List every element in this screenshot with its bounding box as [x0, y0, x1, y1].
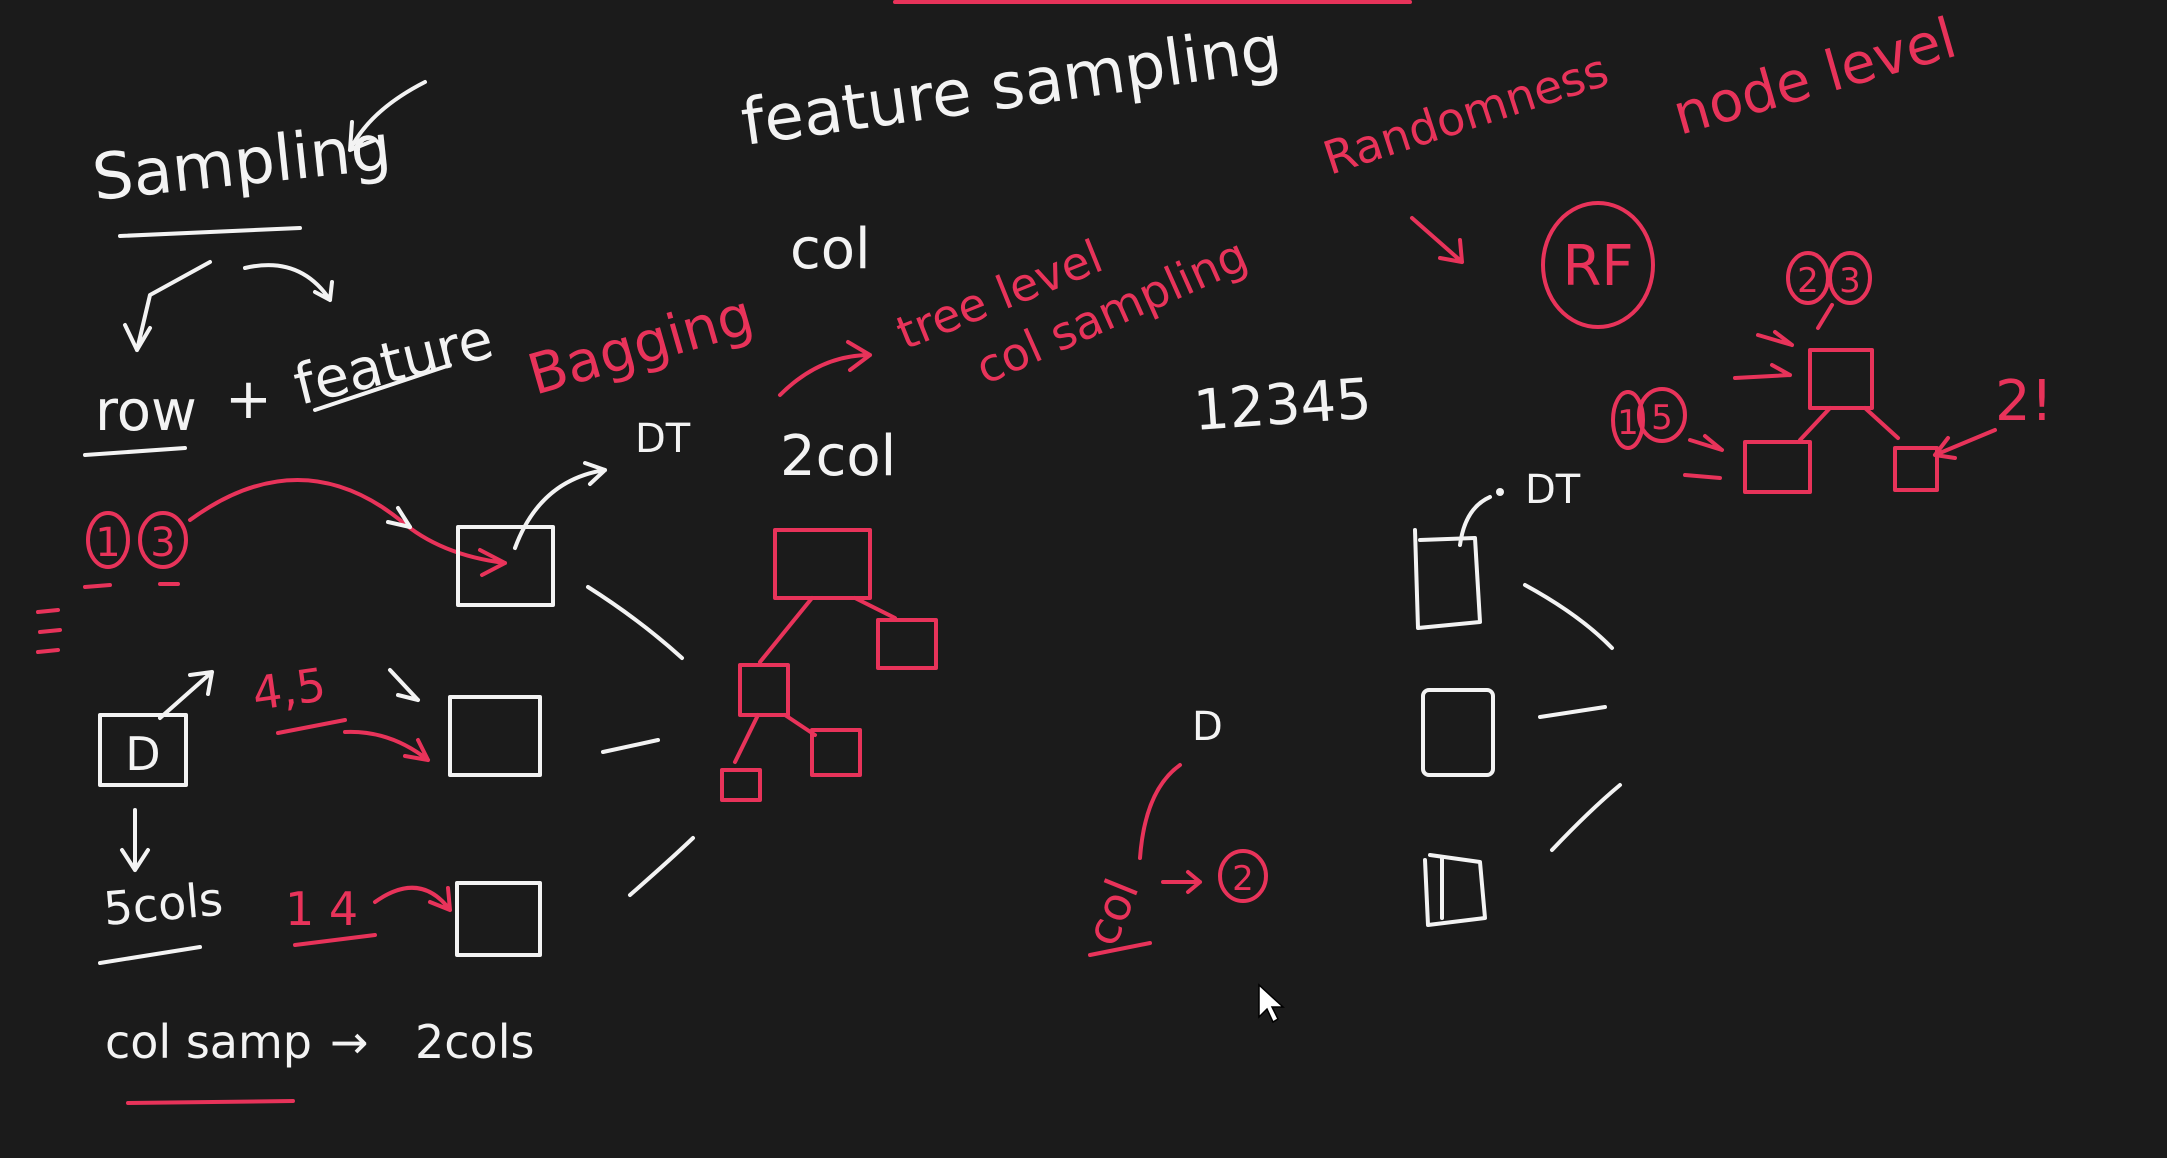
- rf-text: RF: [1562, 234, 1633, 299]
- circle-1b-text: 1: [1617, 403, 1639, 443]
- d-label-right: D: [1192, 704, 1223, 750]
- col-samp-text: col samp: [105, 1015, 312, 1069]
- circle-2b-text: 2: [1232, 859, 1254, 899]
- col-samp-underline: [126, 1099, 295, 1105]
- row-text: row: [95, 379, 197, 444]
- rows-45-text: 4,5: [249, 657, 329, 721]
- dt-label-left: DT: [635, 416, 691, 462]
- two-col-text: 2col: [780, 424, 896, 489]
- rows-14-text: 1 4: [285, 882, 358, 936]
- dt-dot-right: [1496, 488, 1504, 496]
- two-bang-text: 2!: [1995, 369, 2053, 434]
- two-cols-text: 2cols: [415, 1015, 534, 1069]
- circle-3-text: 3: [150, 520, 175, 566]
- circle-5b-text: 5: [1651, 398, 1673, 438]
- plus-text: +: [225, 367, 272, 432]
- circle-3a-text: 3: [1839, 261, 1861, 301]
- sequence-text: 12345: [1191, 367, 1373, 444]
- dataset-label: D: [125, 727, 160, 781]
- circle-2a-text: 2: [1797, 261, 1819, 301]
- whiteboard-canvas: Sampling row + feature Bagging 1 3 DT D …: [0, 0, 2167, 1158]
- col-samp-arrow-text: →: [330, 1015, 369, 1069]
- circle-1-text: 1: [95, 520, 120, 566]
- col-text: col: [790, 217, 871, 282]
- five-cols-text: 5cols: [101, 872, 225, 936]
- dt-label-right: DT: [1525, 467, 1581, 513]
